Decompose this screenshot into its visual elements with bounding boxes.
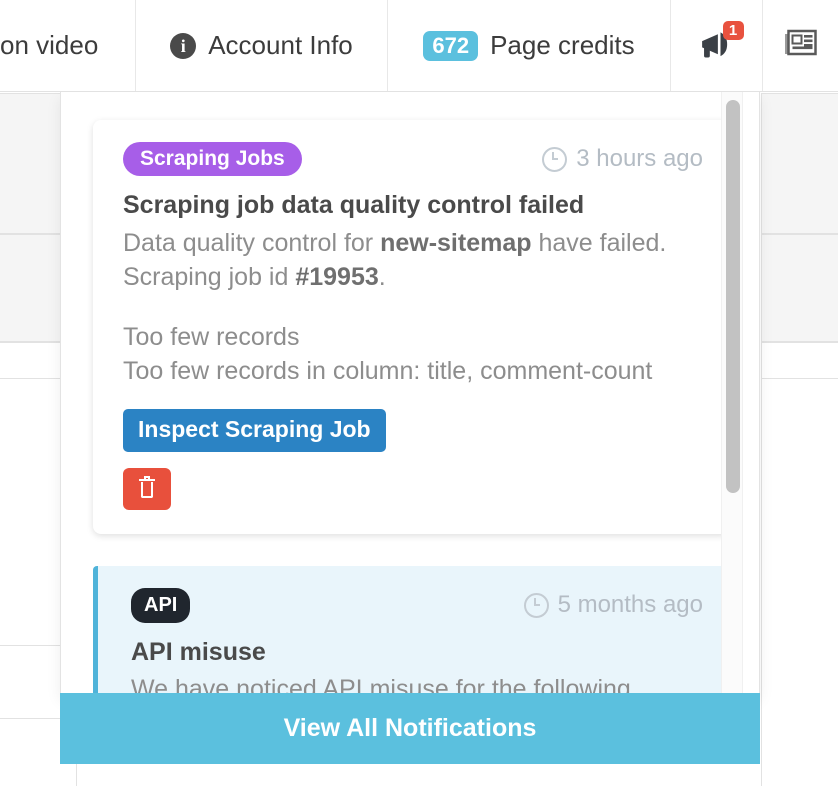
notification-timestamp-label: 5 months ago bbox=[557, 591, 703, 618]
notification-body-sitemap: new-sitemap bbox=[380, 228, 532, 257]
nav-item-video[interactable]: on video bbox=[0, 0, 136, 91]
background-panel-right-top bbox=[761, 93, 838, 234]
dropdown-scrollbar-thumb[interactable] bbox=[726, 100, 740, 493]
clock-icon bbox=[542, 146, 568, 172]
nav-item-page-credits[interactable]: 672 Page credits bbox=[388, 0, 671, 91]
top-navbar: on video i Account Info 672 Page credits… bbox=[0, 0, 838, 92]
background-vrule-right bbox=[761, 93, 762, 786]
notification-body: We have noticed API misuse for the follo… bbox=[131, 675, 631, 695]
notification-timestamp: 3 hours ago bbox=[542, 145, 703, 173]
info-circle-icon: i bbox=[170, 32, 197, 59]
notification-detail-line-1: Too few records bbox=[123, 323, 300, 351]
delete-notification-button[interactable] bbox=[123, 467, 171, 510]
background-rule-right-2 bbox=[762, 378, 838, 379]
megaphone-icon: 1 bbox=[696, 20, 744, 67]
notification-body-pre: Data quality control for bbox=[123, 228, 381, 257]
notification-card-header: API 5 months ago bbox=[131, 587, 703, 623]
background-panel-right-mid bbox=[761, 234, 838, 342]
notification-title: Scraping job data quality control failed bbox=[123, 191, 585, 219]
nav-item-account-info-label: Account Info bbox=[208, 30, 353, 60]
notification-body-jobid-post: . bbox=[378, 262, 386, 291]
notification-body-jobid: #19953 bbox=[295, 262, 379, 291]
dropdown-scrollbar[interactable] bbox=[721, 92, 743, 694]
nav-item-video-label: on video bbox=[0, 30, 99, 60]
nav-item-account-info[interactable]: i Account Info bbox=[136, 0, 388, 91]
background-rule-right-1 bbox=[762, 342, 838, 343]
status-badge: API bbox=[131, 587, 191, 623]
notification-timestamp-label: 3 hours ago bbox=[576, 145, 703, 172]
screen-root: on video i Account Info 672 Page credits… bbox=[0, 0, 838, 786]
nav-item-news[interactable] bbox=[763, 0, 838, 91]
notification-timestamp: 5 months ago bbox=[523, 591, 703, 619]
notification-detail-line-2: Too few records in column: title, commen… bbox=[123, 357, 653, 386]
notification-body-jobid-pre: Scraping job id bbox=[123, 262, 296, 291]
notifications-list: Scraping Jobs 3 hours ago Scraping job d… bbox=[61, 92, 759, 695]
notification-body: Data quality control for new-sitemap hav… bbox=[123, 226, 703, 295]
notification-title: API misuse bbox=[131, 637, 266, 666]
notifications-dropdown: Scraping Jobs 3 hours ago Scraping job d… bbox=[60, 92, 760, 695]
clock-icon bbox=[523, 592, 549, 618]
view-all-notifications-button[interactable]: View All Notifications bbox=[60, 693, 760, 764]
notification-body-post: have failed. bbox=[531, 228, 667, 257]
notification-card[interactable]: API 5 months ago API misuse We have noti… bbox=[93, 565, 729, 695]
notification-count-badge: 1 bbox=[722, 20, 744, 40]
trash-icon bbox=[139, 476, 155, 498]
newspaper-icon bbox=[784, 28, 818, 63]
nav-item-page-credits-label: Page credits bbox=[490, 30, 635, 60]
page-credits-badge: 672 bbox=[423, 30, 479, 61]
notification-card[interactable]: Scraping Jobs 3 hours ago Scraping job d… bbox=[93, 120, 729, 534]
inspect-scraping-job-button[interactable]: Inspect Scraping Job bbox=[123, 408, 386, 452]
nav-item-notifications[interactable]: 1 bbox=[671, 0, 763, 91]
notification-card-header: Scraping Jobs 3 hours ago bbox=[123, 142, 703, 176]
status-badge: Scraping Jobs bbox=[123, 142, 302, 176]
